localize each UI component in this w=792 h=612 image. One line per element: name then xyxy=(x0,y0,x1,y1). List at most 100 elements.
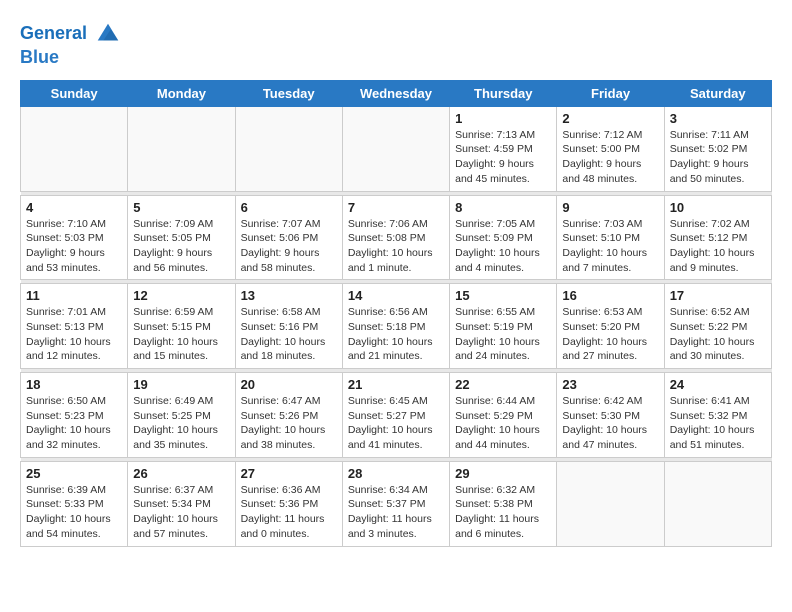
day-header-wednesday: Wednesday xyxy=(342,80,449,106)
date-number: 7 xyxy=(348,200,444,215)
date-number: 8 xyxy=(455,200,551,215)
cell-info: Sunrise: 6:59 AM Sunset: 5:15 PM Dayligh… xyxy=(133,305,229,364)
date-number: 13 xyxy=(241,288,337,303)
calendar-cell: 17 Sunrise: 6:52 AM Sunset: 5:22 PM Dayli… xyxy=(664,284,771,369)
cell-info: Sunrise: 6:56 AM Sunset: 5:18 PM Dayligh… xyxy=(348,305,444,364)
date-number: 22 xyxy=(455,377,551,392)
cell-info: Sunrise: 6:47 AM Sunset: 5:26 PM Dayligh… xyxy=(241,394,337,453)
cell-info: Sunrise: 6:49 AM Sunset: 5:25 PM Dayligh… xyxy=(133,394,229,453)
cell-info: Sunrise: 7:01 AM Sunset: 5:13 PM Dayligh… xyxy=(26,305,122,364)
cell-info: Sunrise: 7:02 AM Sunset: 5:12 PM Dayligh… xyxy=(670,217,766,276)
calendar-cell: 14 Sunrise: 6:56 AM Sunset: 5:18 PM Dayli… xyxy=(342,284,449,369)
date-number: 17 xyxy=(670,288,766,303)
day-header-tuesday: Tuesday xyxy=(235,80,342,106)
logo-text: General xyxy=(20,20,122,48)
calendar-cell: 13 Sunrise: 6:58 AM Sunset: 5:16 PM Dayli… xyxy=(235,284,342,369)
cell-info: Sunrise: 6:50 AM Sunset: 5:23 PM Dayligh… xyxy=(26,394,122,453)
calendar-cell: 3 Sunrise: 7:11 AM Sunset: 5:02 PM Daylig… xyxy=(664,106,771,191)
calendar-cell xyxy=(128,106,235,191)
date-number: 25 xyxy=(26,466,122,481)
cell-info: Sunrise: 7:10 AM Sunset: 5:03 PM Dayligh… xyxy=(26,217,122,276)
calendar-cell xyxy=(342,106,449,191)
day-header-thursday: Thursday xyxy=(450,80,557,106)
calendar-cell xyxy=(664,461,771,546)
page-header: General Blue xyxy=(20,16,772,68)
calendar-cell: 10Sunrise: 7:02 AM Sunset: 5:12 PM Dayli… xyxy=(664,195,771,280)
date-number: 20 xyxy=(241,377,337,392)
calendar-cell xyxy=(235,106,342,191)
calendar-cell: 5Sunrise: 7:09 AM Sunset: 5:05 PM Daylig… xyxy=(128,195,235,280)
calendar-cell xyxy=(557,461,664,546)
logo-blue: Blue xyxy=(20,48,122,68)
date-number: 16 xyxy=(562,288,658,303)
date-number: 12 xyxy=(133,288,229,303)
date-number: 15 xyxy=(455,288,551,303)
logo: General Blue xyxy=(20,20,122,68)
calendar-cell: 18 Sunrise: 6:50 AM Sunset: 5:23 PM Dayli… xyxy=(21,373,128,458)
date-number: 19 xyxy=(133,377,229,392)
cell-info: Sunrise: 6:36 AM Sunset: 5:36 PM Dayligh… xyxy=(241,483,337,542)
cell-info: Sunrise: 6:53 AM Sunset: 5:20 PM Dayligh… xyxy=(562,305,658,364)
calendar-cell: 28 Sunrise: 6:34 AM Sunset: 5:37 PM Dayli… xyxy=(342,461,449,546)
cell-info: Sunrise: 7:12 AM Sunset: 5:00 PM Dayligh… xyxy=(562,128,658,187)
cell-info: Sunrise: 6:52 AM Sunset: 5:22 PM Dayligh… xyxy=(670,305,766,364)
cell-info: Sunrise: 6:37 AM Sunset: 5:34 PM Dayligh… xyxy=(133,483,229,542)
date-number: 4 xyxy=(26,200,122,215)
calendar-cell: 4 Sunrise: 7:10 AM Sunset: 5:03 PM Daylig… xyxy=(21,195,128,280)
calendar-cell: 12 Sunrise: 6:59 AM Sunset: 5:15 PM Dayli… xyxy=(128,284,235,369)
date-number: 24 xyxy=(670,377,766,392)
date-number: 6 xyxy=(241,200,337,215)
date-number: 18 xyxy=(26,377,122,392)
date-number: 27 xyxy=(241,466,337,481)
day-header-sunday: Sunday xyxy=(21,80,128,106)
calendar-cell: 2 Sunrise: 7:12 AM Sunset: 5:00 PM Daylig… xyxy=(557,106,664,191)
date-number: 21 xyxy=(348,377,444,392)
calendar-cell: 21 Sunrise: 6:45 AM Sunset: 5:27 PM Dayli… xyxy=(342,373,449,458)
date-number: 3 xyxy=(670,111,766,126)
date-number: 23 xyxy=(562,377,658,392)
calendar-cell: 19 Sunrise: 6:49 AM Sunset: 5:25 PM Dayli… xyxy=(128,373,235,458)
calendar-cell: 1Sunrise: 7:13 AM Sunset: 4:59 PM Daylig… xyxy=(450,106,557,191)
date-number: 28 xyxy=(348,466,444,481)
calendar-cell: 22 Sunrise: 6:44 AM Sunset: 5:29 PM Dayli… xyxy=(450,373,557,458)
date-number: 29 xyxy=(455,466,551,481)
date-number: 11 xyxy=(26,288,122,303)
calendar-cell: 27 Sunrise: 6:36 AM Sunset: 5:36 PM Dayli… xyxy=(235,461,342,546)
cell-info: Sunrise: 7:05 AM Sunset: 5:09 PM Dayligh… xyxy=(455,217,551,276)
cell-info: Sunrise: 7:06 AM Sunset: 5:08 PM Dayligh… xyxy=(348,217,444,276)
date-number: 9 xyxy=(562,200,658,215)
cell-info: Sunrise: 6:55 AM Sunset: 5:19 PM Dayligh… xyxy=(455,305,551,364)
calendar-cell: 26 Sunrise: 6:37 AM Sunset: 5:34 PM Dayli… xyxy=(128,461,235,546)
day-header-saturday: Saturday xyxy=(664,80,771,106)
calendar-cell: 24Sunrise: 6:41 AM Sunset: 5:32 PM Dayli… xyxy=(664,373,771,458)
calendar-cell: 23 Sunrise: 6:42 AM Sunset: 5:30 PM Dayli… xyxy=(557,373,664,458)
cell-info: Sunrise: 7:09 AM Sunset: 5:05 PM Dayligh… xyxy=(133,217,229,276)
cell-info: Sunrise: 7:13 AM Sunset: 4:59 PM Dayligh… xyxy=(455,128,551,187)
cell-info: Sunrise: 6:44 AM Sunset: 5:29 PM Dayligh… xyxy=(455,394,551,453)
date-number: 26 xyxy=(133,466,229,481)
cell-info: Sunrise: 7:03 AM Sunset: 5:10 PM Dayligh… xyxy=(562,217,658,276)
calendar-cell: 25 Sunrise: 6:39 AM Sunset: 5:33 PM Dayli… xyxy=(21,461,128,546)
cell-info: Sunrise: 6:58 AM Sunset: 5:16 PM Dayligh… xyxy=(241,305,337,364)
calendar-cell: 20 Sunrise: 6:47 AM Sunset: 5:26 PM Dayli… xyxy=(235,373,342,458)
day-header-monday: Monday xyxy=(128,80,235,106)
calendar-cell: 11 Sunrise: 7:01 AM Sunset: 5:13 PM Dayli… xyxy=(21,284,128,369)
date-number: 2 xyxy=(562,111,658,126)
cell-info: Sunrise: 6:45 AM Sunset: 5:27 PM Dayligh… xyxy=(348,394,444,453)
calendar-cell: 15 Sunrise: 6:55 AM Sunset: 5:19 PM Dayli… xyxy=(450,284,557,369)
calendar-cell xyxy=(21,106,128,191)
cell-info: Sunrise: 6:39 AM Sunset: 5:33 PM Dayligh… xyxy=(26,483,122,542)
calendar-cell: 7 Sunrise: 7:06 AM Sunset: 5:08 PM Daylig… xyxy=(342,195,449,280)
calendar-cell: 6 Sunrise: 7:07 AM Sunset: 5:06 PM Daylig… xyxy=(235,195,342,280)
calendar-cell: 8 Sunrise: 7:05 AM Sunset: 5:09 PM Daylig… xyxy=(450,195,557,280)
calendar-cell: 16 Sunrise: 6:53 AM Sunset: 5:20 PM Dayli… xyxy=(557,284,664,369)
day-header-friday: Friday xyxy=(557,80,664,106)
calendar-cell: 29Sunrise: 6:32 AM Sunset: 5:38 PM Dayli… xyxy=(450,461,557,546)
cell-info: Sunrise: 7:11 AM Sunset: 5:02 PM Dayligh… xyxy=(670,128,766,187)
cell-info: Sunrise: 7:07 AM Sunset: 5:06 PM Dayligh… xyxy=(241,217,337,276)
calendar-table: SundayMondayTuesdayWednesdayThursdayFrid… xyxy=(20,80,772,547)
date-number: 14 xyxy=(348,288,444,303)
cell-info: Sunrise: 6:34 AM Sunset: 5:37 PM Dayligh… xyxy=(348,483,444,542)
cell-info: Sunrise: 6:42 AM Sunset: 5:30 PM Dayligh… xyxy=(562,394,658,453)
calendar-cell: 9 Sunrise: 7:03 AM Sunset: 5:10 PM Daylig… xyxy=(557,195,664,280)
